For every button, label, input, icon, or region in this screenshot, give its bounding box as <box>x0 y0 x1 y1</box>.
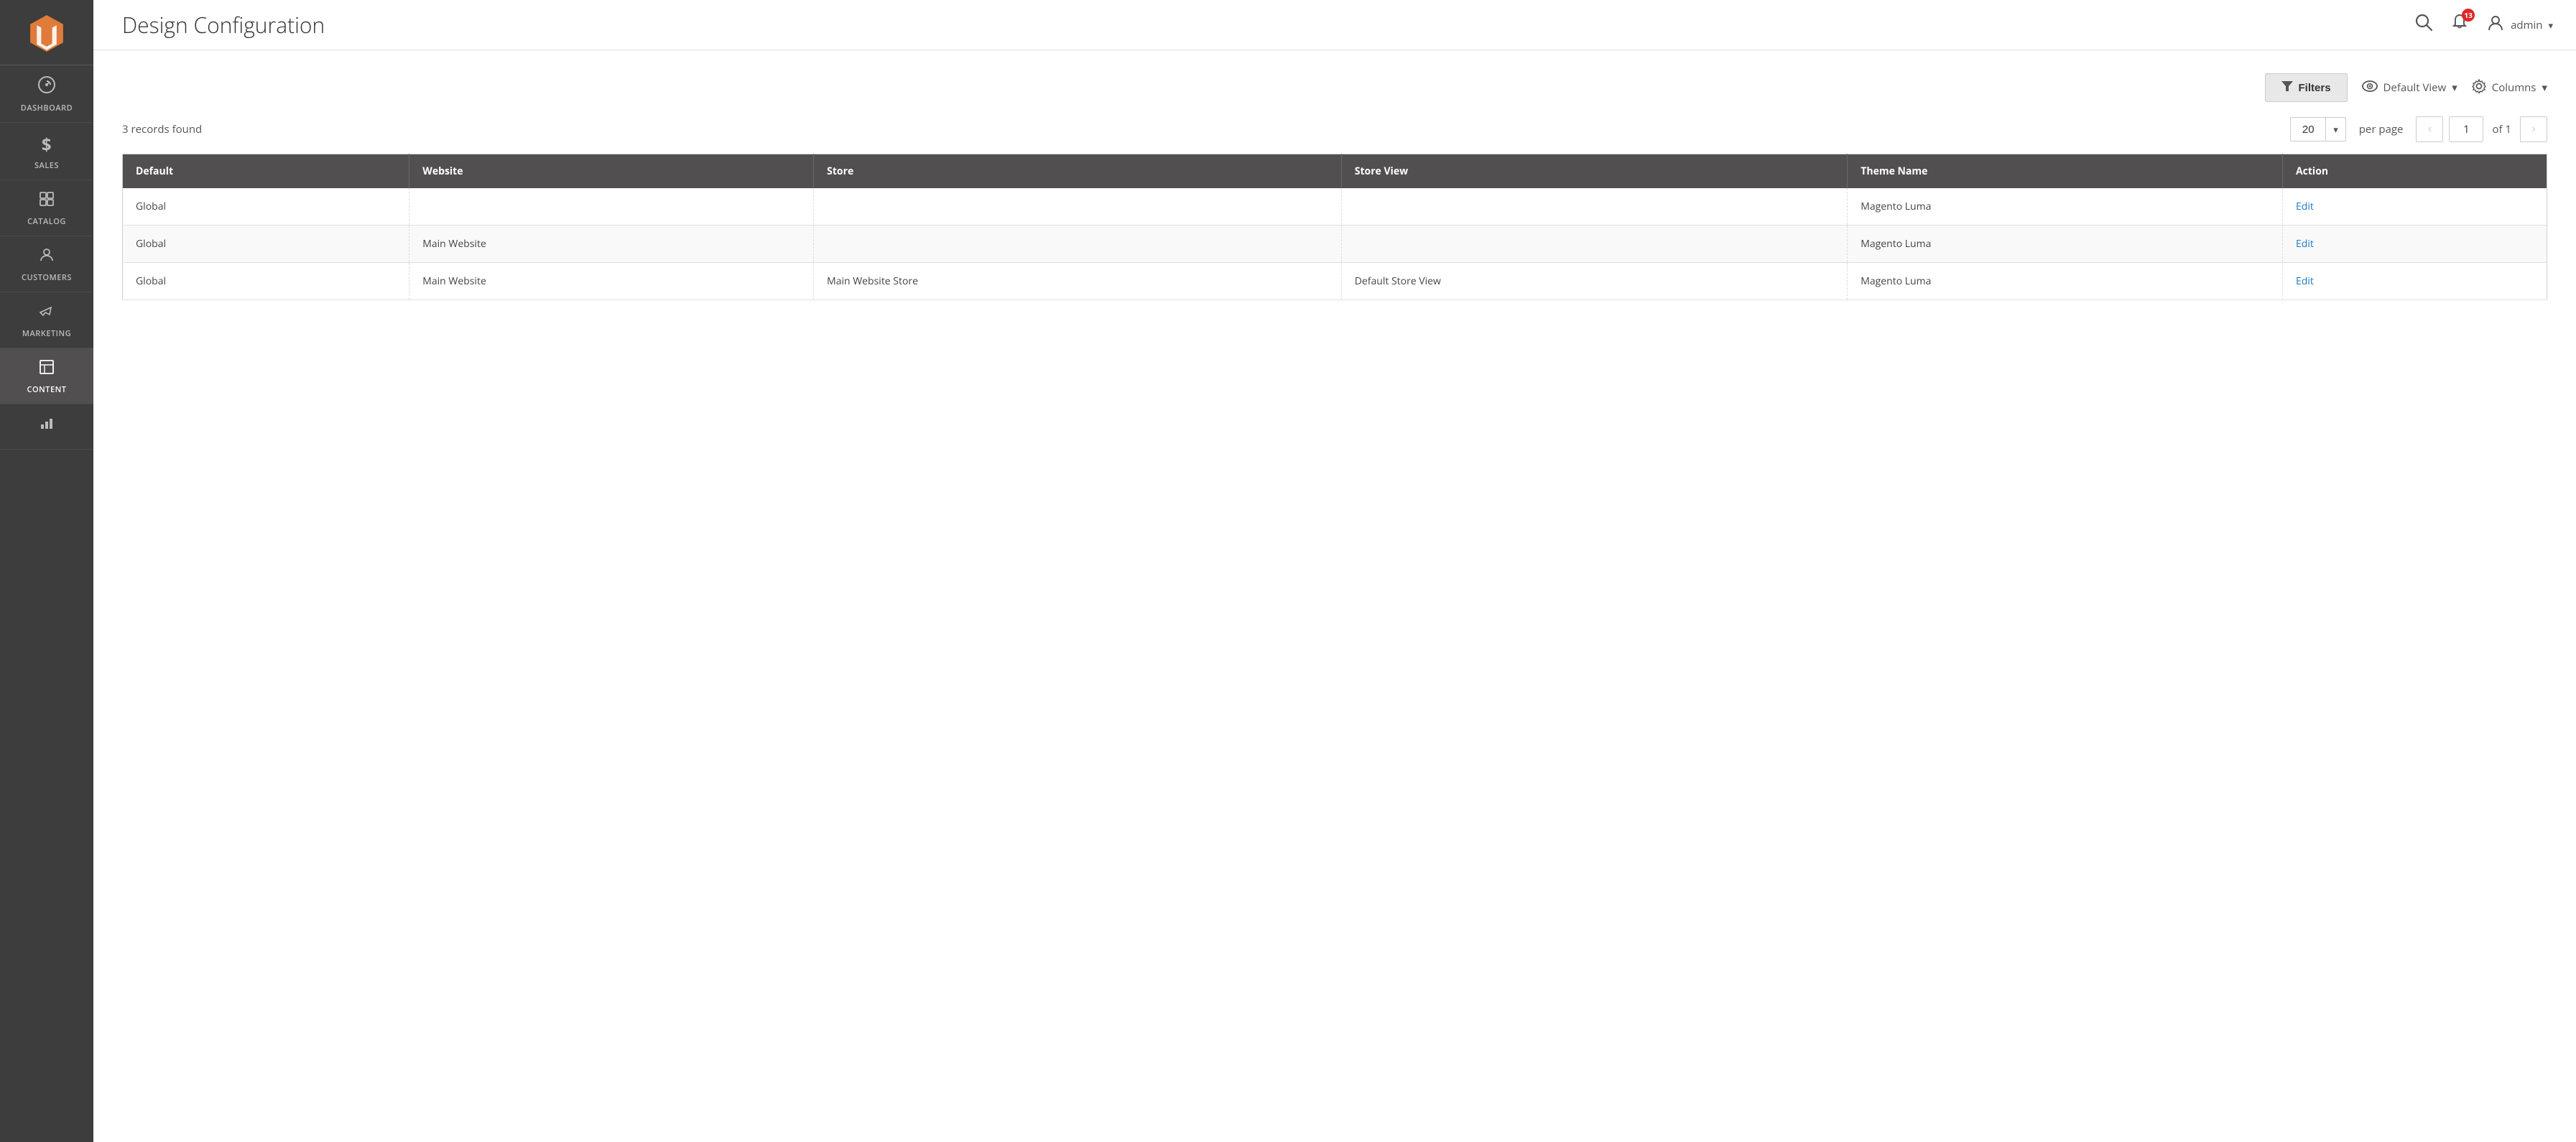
row2-action: Edit <box>2283 226 2547 263</box>
sidebar-item-marketing[interactable]: MARKETING <box>0 292 93 348</box>
pagination-next-button[interactable]: › <box>2520 116 2547 142</box>
per-page-select[interactable]: 20 ▾ <box>2290 117 2346 141</box>
row1-store <box>814 188 1342 226</box>
user-chevron-icon: ▾ <box>2548 19 2553 32</box>
row3-website: Main Website <box>409 263 814 300</box>
row2-store <box>814 226 1342 263</box>
row3-theme-name: Magento Luma <box>1848 263 2283 300</box>
sidebar-item-label-customers: CUSTOMERS <box>22 272 72 283</box>
per-page-input[interactable]: 20 <box>2291 119 2325 141</box>
pagination-prev-button[interactable]: ‹ <box>2416 116 2443 142</box>
gear-icon <box>2472 79 2486 97</box>
content-area: Filters Default View ▾ Columns ▾ 3 recor… <box>93 50 2576 1142</box>
row1-default: Global <box>123 188 409 226</box>
col-header-store: Store <box>814 154 1342 189</box>
sidebar-item-label-sales: SALES <box>34 160 59 171</box>
sales-icon: $ <box>42 133 52 157</box>
col-header-action: Action <box>2283 154 2547 189</box>
sidebar-item-sales[interactable]: $ SALES <box>0 123 93 180</box>
user-name: admin <box>2511 18 2542 32</box>
sidebar-item-label-catalog: CATALOG <box>27 216 66 227</box>
data-table: Default Website Store Store View Theme N… <box>122 154 2547 300</box>
col-header-store-view: Store View <box>1341 154 1848 189</box>
row1-website <box>409 188 814 226</box>
sidebar-logo <box>0 0 93 65</box>
columns-label: Columns <box>2492 80 2536 95</box>
filters-label: Filters <box>2299 82 2331 94</box>
row2-edit-link[interactable]: Edit <box>2296 237 2314 251</box>
toolbar: Filters Default View ▾ Columns ▾ <box>122 73 2547 102</box>
user-menu[interactable]: admin ▾ <box>2486 13 2553 37</box>
notification-badge: 13 <box>2462 9 2475 22</box>
customers-icon <box>38 246 55 269</box>
sidebar-item-content[interactable]: CONTENT <box>0 348 93 404</box>
row2-store-view <box>1341 226 1848 263</box>
sidebar-item-dashboard[interactable]: DASHBOARD <box>0 65 93 123</box>
view-chevron-icon: ▾ <box>2452 80 2457 95</box>
row1-edit-link[interactable]: Edit <box>2296 200 2314 213</box>
per-page-dropdown-icon[interactable]: ▾ <box>2325 118 2345 141</box>
table-header: Default Website Store Store View Theme N… <box>123 154 2547 189</box>
pagination: 20 ▾ per page ‹ 1 of 1 › <box>2290 116 2547 142</box>
eye-icon <box>2362 79 2378 96</box>
filters-button[interactable]: Filters <box>2265 73 2348 102</box>
view-selector[interactable]: Default View ▾ <box>2362 79 2457 96</box>
sidebar-item-label-marketing: MARKETING <box>22 328 71 339</box>
catalog-icon <box>38 190 55 213</box>
pagination-current-page: 1 <box>2449 116 2483 142</box>
row1-store-view <box>1341 188 1848 226</box>
view-label: Default View <box>2383 80 2447 95</box>
pagination-of-label: of 1 <box>2492 122 2511 136</box>
records-bar: 3 records found 20 ▾ per page ‹ 1 of 1 › <box>122 116 2547 142</box>
search-icon[interactable] <box>2414 13 2433 37</box>
main-area: Design Configuration 13 admin ▾ <box>93 0 2576 1142</box>
row2-website: Main Website <box>409 226 814 263</box>
row1-theme-name: Magento Luma <box>1848 188 2283 226</box>
columns-chevron-icon: ▾ <box>2542 80 2547 95</box>
header-actions: 13 admin ▾ <box>2414 13 2553 37</box>
table-row: Global Main Website Magento Luma Edit <box>123 226 2547 263</box>
row3-store: Main Website Store <box>814 263 1342 300</box>
sidebar-item-reports[interactable] <box>0 404 93 450</box>
reports-icon <box>38 414 55 437</box>
table-row: Global Magento Luma Edit <box>123 188 2547 226</box>
filter-icon <box>2281 81 2293 94</box>
sidebar-item-label-content: CONTENT <box>27 384 67 395</box>
table-row: Global Main Website Main Website Store D… <box>123 263 2547 300</box>
table-body: Global Magento Luma Edit Global Main Web… <box>123 188 2547 300</box>
col-header-theme-name: Theme Name <box>1848 154 2283 189</box>
row2-theme-name: Magento Luma <box>1848 226 2283 263</box>
sidebar-item-customers[interactable]: CUSTOMERS <box>0 236 93 292</box>
sidebar-item-catalog[interactable]: CATALOG <box>0 180 93 236</box>
user-avatar-icon <box>2486 13 2505 37</box>
sidebar-item-label-dashboard: DASHBOARD <box>21 103 73 113</box>
header-bar: Design Configuration 13 admin ▾ <box>93 0 2576 50</box>
notification-bell[interactable]: 13 <box>2450 13 2469 37</box>
page-title: Design Configuration <box>122 10 325 40</box>
row3-default: Global <box>123 263 409 300</box>
columns-selector[interactable]: Columns ▾ <box>2472 79 2547 97</box>
col-header-website: Website <box>409 154 814 189</box>
records-found: 3 records found <box>122 122 202 136</box>
marketing-icon <box>38 302 55 325</box>
row3-store-view: Default Store View <box>1341 263 1848 300</box>
content-icon <box>38 358 55 381</box>
sidebar: DASHBOARD $ SALES CATALOG CUSTOMERS MARK… <box>0 0 93 1142</box>
col-header-default: Default <box>123 154 409 189</box>
row3-action: Edit <box>2283 263 2547 300</box>
row1-action: Edit <box>2283 188 2547 226</box>
per-page-label: per page <box>2359 122 2404 136</box>
row3-edit-link[interactable]: Edit <box>2296 274 2314 288</box>
magento-logo-icon <box>27 13 67 53</box>
row2-default: Global <box>123 226 409 263</box>
dashboard-icon <box>37 75 56 99</box>
